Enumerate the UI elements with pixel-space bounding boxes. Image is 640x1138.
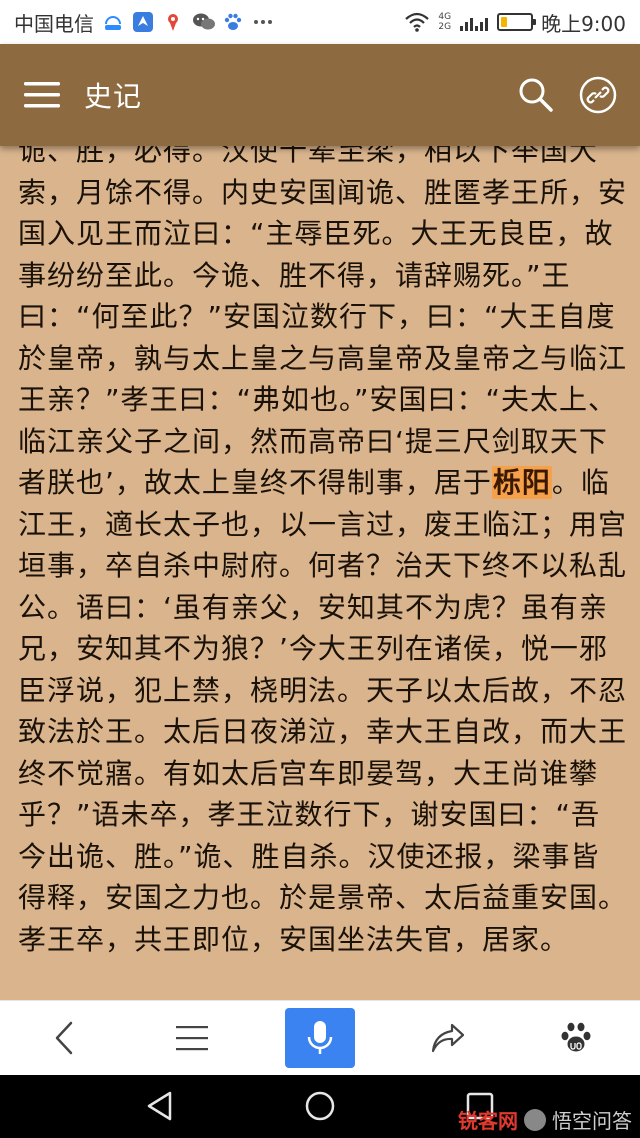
- baidu-paw-icon[interactable]: [512, 1001, 640, 1075]
- more-dots-icon: [252, 11, 274, 33]
- watermark-site: 锐客网: [458, 1109, 518, 1133]
- battery-icon: [497, 13, 537, 31]
- carrier-label: 中国电信: [14, 11, 94, 36]
- bottom-toolbar: [0, 1000, 640, 1075]
- status-bar: 中国电信 4G 2G 晚上9:00: [0, 0, 640, 44]
- app-bar: 史记: [0, 44, 640, 146]
- hamburger-menu-icon[interactable]: [22, 75, 62, 115]
- network-top-label: 4G: [438, 12, 452, 22]
- back-chevron-icon[interactable]: [0, 1001, 128, 1075]
- article-text-before: 诡、胜，必得。汉使十辈至梁，相以下举国大索，月馀不得。内史安国闻诡、胜匿孝王所，…: [18, 146, 628, 499]
- battery-level: [501, 17, 507, 27]
- watermark-brand: 悟空问答: [552, 1109, 632, 1133]
- article-text: 诡、胜，必得。汉使十辈至梁，相以下举国大索，月馀不得。内史安国闻诡、胜匿孝王所，…: [18, 146, 628, 960]
- article-viewport[interactable]: 诡、胜，必得。汉使十辈至梁，相以下举国大索，月馀不得。内史安国闻诡、胜匿孝王所，…: [0, 146, 640, 1000]
- watermark-logo-icon: [524, 1108, 546, 1131]
- page-title: 史记: [84, 80, 143, 113]
- nav-home-icon[interactable]: [300, 1086, 340, 1126]
- signal-icon: [459, 11, 489, 33]
- wifi-icon: [404, 11, 430, 33]
- watermark: 锐客网 悟空问答: [458, 1105, 632, 1134]
- share-icon[interactable]: [384, 1001, 512, 1075]
- link-icon[interactable]: [578, 75, 618, 115]
- microphone-icon[interactable]: [285, 1008, 355, 1068]
- voice-search-button[interactable]: [256, 1001, 384, 1075]
- menu-lines-icon[interactable]: [128, 1001, 256, 1075]
- article-text-after: 。临江王，適长太子也，以一言过，废王临江；用宫垣事，卒自杀中尉府。何者？治天下终…: [18, 466, 628, 956]
- nav-back-icon[interactable]: [140, 1086, 180, 1126]
- app-actions: [516, 75, 640, 115]
- status-left: 中国电信: [0, 8, 274, 37]
- search-icon[interactable]: [516, 75, 556, 115]
- hd-call-icon: [102, 11, 124, 33]
- maps-icon: [162, 11, 184, 33]
- network-type-label: 4G 2G: [438, 12, 451, 32]
- location-share-icon: [132, 11, 154, 33]
- network-bottom-label: 2G: [438, 22, 452, 32]
- search-highlight[interactable]: 栎阳: [491, 466, 552, 499]
- wechat-icon: [192, 11, 215, 33]
- system-nav-bar: 锐客网 悟空问答: [0, 1074, 640, 1138]
- status-right: 4G 2G 晚上9:00: [404, 8, 640, 37]
- status-time: 晚上9:00: [541, 11, 626, 36]
- baidu-paw-icon: [222, 11, 244, 33]
- phone-screen: 中国电信 4G 2G 晚上9:00 史记 诡、胜，必得。汉使十辈至梁，相以下举国…: [0, 0, 640, 1138]
